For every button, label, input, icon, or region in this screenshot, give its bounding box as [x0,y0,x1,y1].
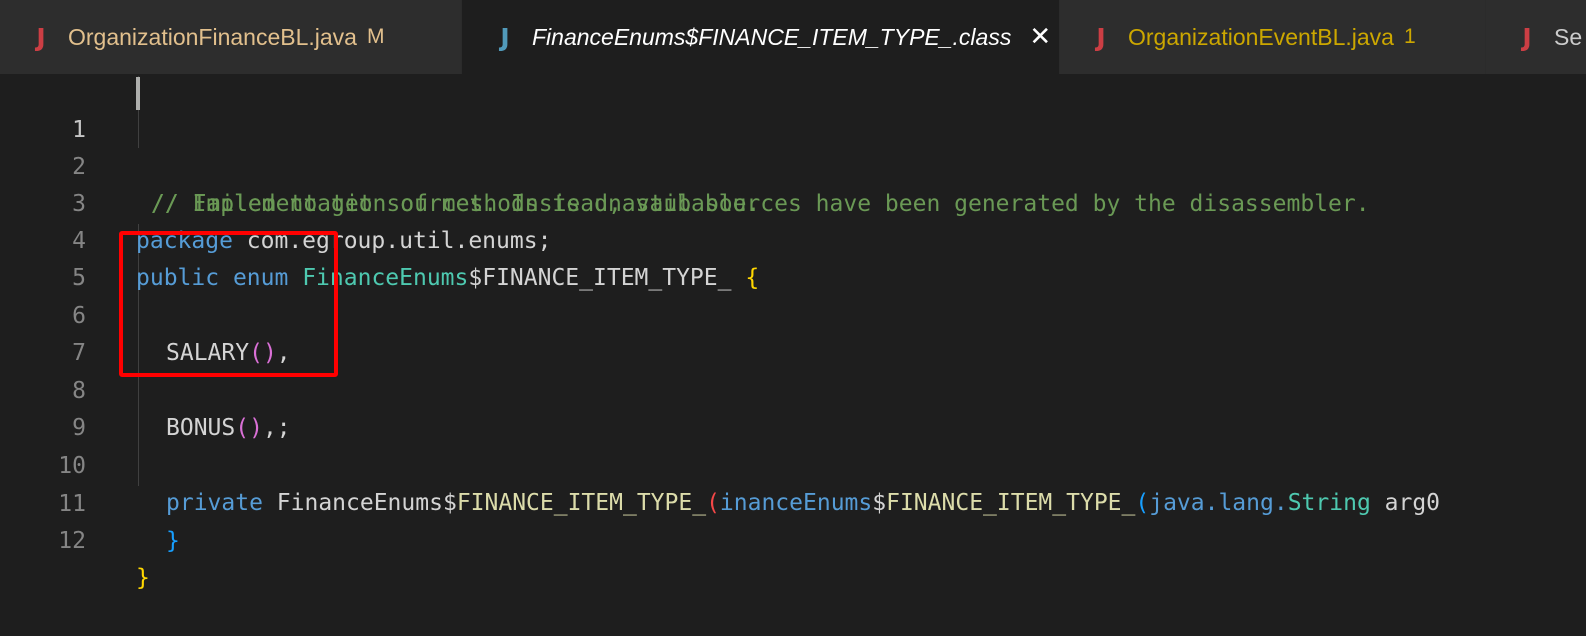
close-brace: } [136,565,150,591]
tab-organization-event-bl[interactable]: J OrganizationEventBL.java 1 [1060,0,1486,74]
tab-modified-badge: M [366,25,385,48]
code-line: 9 [0,373,1586,441]
java-file-icon: J [1522,22,1532,52]
code-editor[interactable]: 1 // Failed to get sources. Instead, stu… [0,74,1586,636]
editor-tab-bar: J OrganizationFinanceBL.java M J Finance… [0,0,1586,74]
highlight-annotation-box [119,231,338,377]
code-line: 4 public enum FinanceEnums$FINANCE_ITEM_… [0,186,1586,291]
code-line: 2 // Implementation of methods is unavai… [0,112,1586,217]
tab-label: OrganizationEventBL.java [1128,23,1394,50]
text-cursor [136,77,140,110]
java-file-icon: J [1096,22,1106,52]
code-line: 10 private FinanceEnums$FINANCE_ITEM_TYP… [0,411,1586,516]
tab-label: FinanceEnums$FINANCE_ITEM_TYPE_.class [532,23,1012,50]
tab-label: OrganizationFinanceBL.java [68,23,357,50]
tab-se-truncated[interactable]: J Se [1486,0,1586,74]
line-number: 12 [58,528,86,554]
code-line: 12 } [0,486,1586,591]
close-icon[interactable]: ✕ [1029,24,1051,50]
java-file-icon: J [36,22,46,52]
tab-organization-finance-bl[interactable]: J OrganizationFinanceBL.java M [0,0,462,74]
close-brace: } [166,528,180,554]
code-line: 3 package com.egroup.util.enums; [0,149,1586,254]
tab-problem-count-badge: 1 [1403,25,1416,48]
tab-finance-enums-class[interactable]: J FinanceEnums$FINANCE_ITEM_TYPE_.class … [462,0,1060,74]
java-class-icon: J [500,22,510,52]
tab-label: Se [1554,23,1583,50]
code-line: 1 // Failed to get sources. Instead, stu… [0,75,1586,217]
code-line: 11 } [0,449,1586,554]
